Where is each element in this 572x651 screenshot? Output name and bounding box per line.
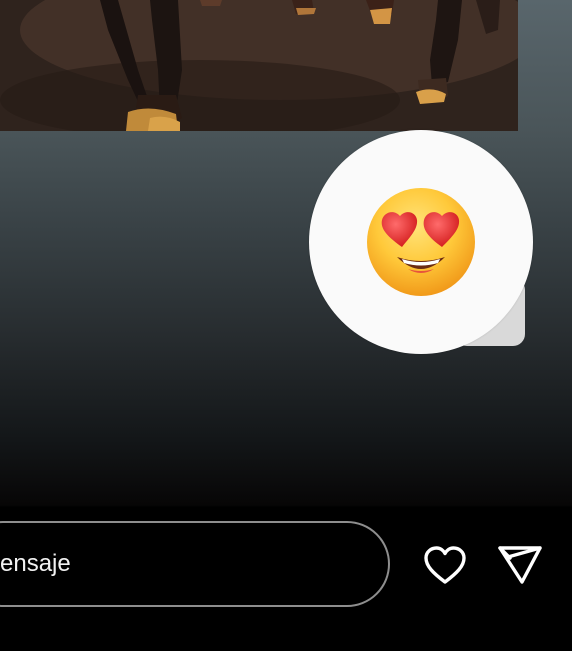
send-button[interactable] xyxy=(496,542,544,590)
message-input-placeholder: ensaje xyxy=(0,550,71,577)
message-input[interactable]: ensaje xyxy=(0,521,390,607)
reaction-bubble[interactable] xyxy=(309,130,533,354)
like-button[interactable] xyxy=(421,542,469,590)
heart-outline-icon xyxy=(424,546,466,584)
story-reply-screen: ensaje xyxy=(0,0,572,651)
story-image[interactable] xyxy=(0,0,518,131)
paper-plane-icon xyxy=(498,546,542,584)
heart-eyes-icon xyxy=(367,188,475,296)
horse-legs-photo xyxy=(0,0,518,131)
